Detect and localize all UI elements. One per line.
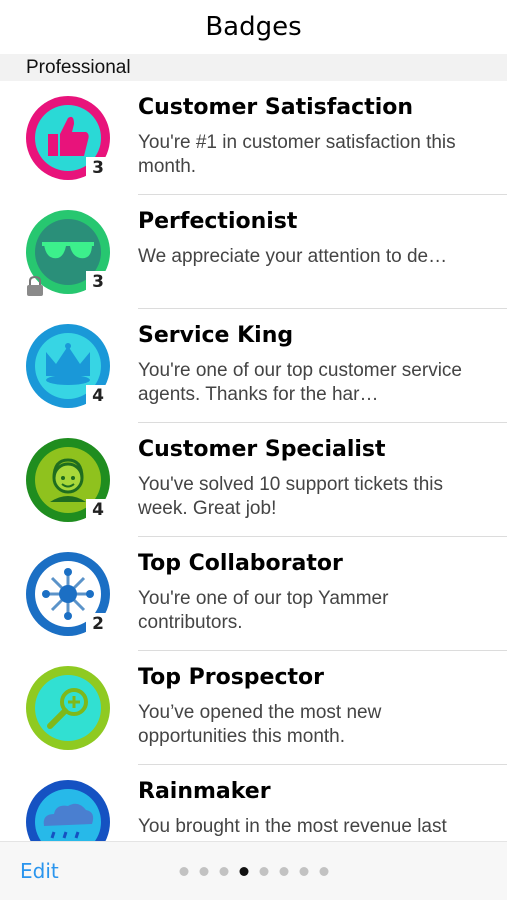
badge-count: 3 [86, 157, 110, 179]
page-dot[interactable] [199, 866, 208, 876]
page-dot[interactable] [319, 866, 328, 876]
badge-text: Service King You're one of our top custom… [138, 321, 489, 407]
badge-description: We appreciate your attention to de… [138, 246, 448, 267]
badge-list[interactable]: 3 Customer Satisfaction You're #1 in custo… [0, 81, 507, 842]
badge-count: 3 [86, 271, 110, 293]
page-indicator[interactable] [179, 866, 328, 876]
badge-description: You're one of our top Yammer contributor… [138, 588, 389, 633]
page-dot[interactable] [259, 866, 268, 876]
badge-row[interactable]: Rainmaker You brought in the most revenue… [0, 765, 507, 842]
edit-button[interactable]: Edit [20, 859, 59, 883]
badge-row[interactable]: 4 Service King You're one of our top custo… [0, 309, 507, 423]
rain-cloud-badge-icon [24, 778, 112, 842]
badge-text: Rainmaker You brought in the most revenue… [138, 777, 489, 839]
badge-text: Top Collaborator You're one of our top Ya… [138, 549, 489, 635]
badge-count: 4 [86, 385, 110, 407]
badge-text: Top Prospector You’ve opened the most new… [138, 663, 489, 749]
badge-text: Customer Satisfaction You're #1 in custom… [138, 93, 489, 179]
page-dot[interactable] [219, 866, 228, 876]
section-header: Professional [0, 54, 507, 81]
nav-bar: Badges [0, 0, 507, 54]
badge-row[interactable]: 3 Customer Satisfaction You're #1 in custo… [0, 81, 507, 195]
page-dot[interactable] [279, 866, 288, 876]
badge-description: You’ve opened the most new opportunities… [138, 702, 382, 747]
badge-count: 2 [86, 613, 110, 635]
badge-description: You brought in the most revenue last [138, 816, 447, 837]
page-dot[interactable] [179, 866, 188, 876]
badge-row[interactable]: Top Prospector You’ve opened the most new… [0, 651, 507, 765]
badge-text: Perfectionist We appreciate your attentio… [138, 207, 489, 269]
badge-title: Top Collaborator [138, 551, 343, 576]
badge-title: Perfectionist [138, 209, 298, 234]
badge-title: Top Prospector [138, 665, 324, 690]
section-label: Professional [26, 56, 131, 78]
badge-title: Rainmaker [138, 779, 271, 804]
page-dot[interactable] [239, 866, 248, 876]
badge-row[interactable]: 4 Customer Specialist You've solved 10 sup… [0, 423, 507, 537]
badge-description: You're #1 in customer satisfaction this … [138, 132, 456, 177]
badge-title: Customer Satisfaction [138, 95, 414, 120]
badge-title: Customer Specialist [138, 437, 386, 462]
magnifier-plus-badge-icon [24, 664, 112, 752]
page-dot[interactable] [299, 866, 308, 876]
bottom-toolbar: Edit [0, 841, 507, 900]
badge-count: 4 [86, 499, 110, 521]
badge-title: Service King [138, 323, 294, 348]
lock-icon [24, 275, 46, 297]
badge-row[interactable]: 2 Top Collaborator You're one of our top Y… [0, 537, 507, 651]
page-title: Badges [205, 12, 302, 42]
badge-description: You've solved 10 support tickets this we… [138, 474, 443, 519]
badge-text: Customer Specialist You've solved 10 supp… [138, 435, 489, 521]
badge-description: You're one of our top customer service a… [138, 360, 462, 405]
badge-row[interactable]: 3 Perfectionist We appreciate your attenti… [0, 195, 507, 309]
